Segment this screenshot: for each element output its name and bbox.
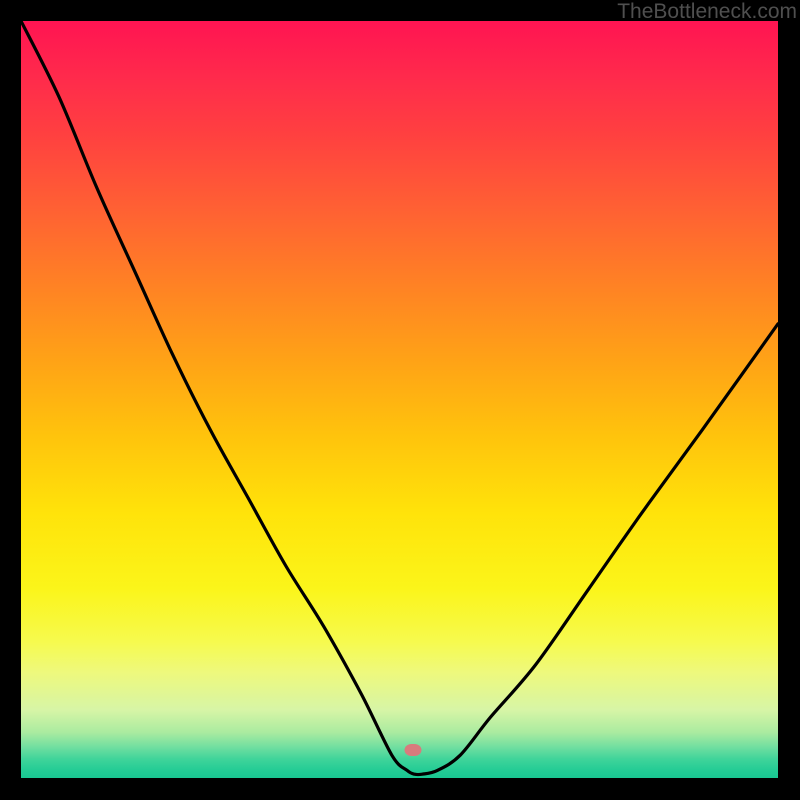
plot-area	[21, 21, 778, 778]
bottleneck-curve	[21, 21, 778, 778]
optimum-marker-icon	[405, 744, 422, 756]
watermark-text: TheBottleneck.com	[617, 0, 797, 24]
